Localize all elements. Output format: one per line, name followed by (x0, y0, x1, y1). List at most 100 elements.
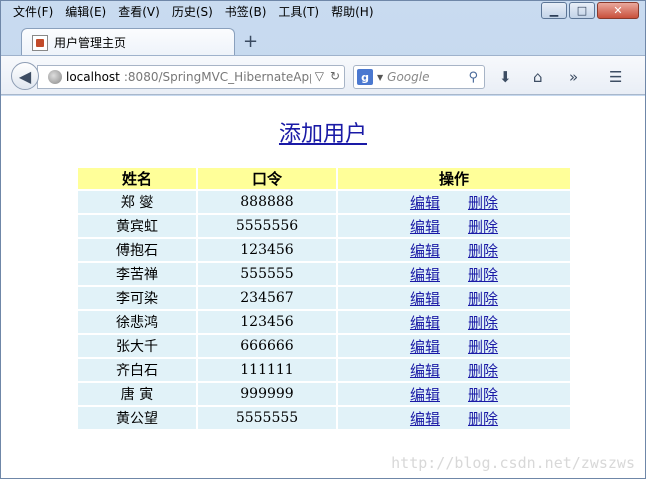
delete-link[interactable]: 删除 (468, 410, 498, 428)
menu-view[interactable]: 查看(V) (112, 3, 166, 21)
menu-tools[interactable]: 工具(T) (272, 3, 325, 21)
navigation-bar: localhost:8080/SpringMVC_HibernateApp ▽ … (1, 55, 645, 95)
table-row: 张大千 666666 编辑 删除 (78, 335, 570, 357)
user-name-cell: 齐白石 (78, 359, 196, 381)
user-table: 姓名 口令 操作 郑 燮 888888 编辑 删除 黄宾虹 5555556 编辑 删除 傅抱石 1… (76, 166, 572, 431)
window-controls: ▁ □ ✕ (541, 2, 639, 19)
back-button[interactable]: ◀ (11, 62, 39, 90)
user-name-cell: 李苦禅 (78, 263, 196, 285)
edit-link[interactable]: 编辑 (410, 242, 440, 260)
search-engine-icon[interactable]: g (357, 69, 373, 85)
browser-window: 文件(F) 编辑(E) 查看(V) 历史(S) 书签(B) 工具(T) 帮助(H… (0, 0, 646, 479)
new-tab-button[interactable]: + (243, 31, 258, 52)
user-actions-cell: 编辑 删除 (338, 215, 570, 237)
user-password-cell: 5555555 (198, 407, 336, 429)
delete-link[interactable]: 删除 (468, 194, 498, 212)
home-icon[interactable]: ⌂ (533, 68, 543, 86)
user-name-cell: 李可染 (78, 287, 196, 309)
menu-file[interactable]: 文件(F) (7, 3, 59, 21)
user-name-cell: 黄公望 (78, 407, 196, 429)
menu-bookmarks[interactable]: 书签(B) (219, 3, 273, 21)
user-actions-cell: 编辑 删除 (338, 239, 570, 261)
add-user-link[interactable]: 添加用户 (279, 122, 367, 147)
user-actions-cell: 编辑 删除 (338, 335, 570, 357)
menu-bar: 文件(F) 编辑(E) 查看(V) 历史(S) 书签(B) 工具(T) 帮助(H… (7, 3, 380, 21)
user-name-cell: 黄宾虹 (78, 215, 196, 237)
close-window-button[interactable]: ✕ (597, 2, 639, 19)
table-row: 齐白石 111111 编辑 删除 (78, 359, 570, 381)
minimize-button[interactable]: ▁ (541, 2, 567, 19)
maximize-button[interactable]: □ (569, 2, 595, 19)
user-password-cell: 666666 (198, 335, 336, 357)
user-actions-cell: 编辑 删除 (338, 191, 570, 213)
column-header-actions: 操作 (338, 168, 570, 189)
edit-link[interactable]: 编辑 (410, 386, 440, 404)
edit-link[interactable]: 编辑 (410, 194, 440, 212)
menu-history[interactable]: 历史(S) (166, 3, 219, 21)
user-name-cell: 唐 寅 (78, 383, 196, 405)
delete-link[interactable]: 删除 (468, 218, 498, 236)
table-row: 傅抱石 123456 编辑 删除 (78, 239, 570, 261)
user-password-cell: 999999 (198, 383, 336, 405)
menu-edit[interactable]: 编辑(E) (59, 3, 112, 21)
user-actions-cell: 编辑 删除 (338, 287, 570, 309)
edit-link[interactable]: 编辑 (410, 410, 440, 428)
table-row: 郑 燮 888888 编辑 删除 (78, 191, 570, 213)
table-header-row: 姓名 口令 操作 (78, 168, 570, 189)
page-favicon-icon (32, 34, 48, 51)
user-password-cell: 888888 (198, 191, 336, 213)
delete-link[interactable]: 删除 (468, 314, 498, 332)
back-arrow-icon: ◀ (18, 66, 32, 86)
edit-link[interactable]: 编辑 (410, 314, 440, 332)
page-title: 添加用户 (1, 116, 645, 148)
user-password-cell: 234567 (198, 287, 336, 309)
table-row: 李可染 234567 编辑 删除 (78, 287, 570, 309)
user-actions-cell: 编辑 删除 (338, 383, 570, 405)
edit-link[interactable]: 编辑 (410, 338, 440, 356)
edit-link[interactable]: 编辑 (410, 290, 440, 308)
user-actions-cell: 编辑 删除 (338, 359, 570, 381)
column-header-password: 口令 (198, 168, 336, 189)
tab-user-management[interactable]: 用户管理主页 (21, 28, 235, 56)
edit-link[interactable]: 编辑 (410, 362, 440, 380)
tab-strip: 用户管理主页 + (1, 25, 645, 56)
table-row: 黄公望 5555555 编辑 删除 (78, 407, 570, 429)
column-header-name: 姓名 (78, 168, 196, 189)
search-engine-dropdown-icon[interactable]: ▼ (377, 73, 383, 82)
delete-link[interactable]: 删除 (468, 242, 498, 260)
user-name-cell: 张大千 (78, 335, 196, 357)
delete-link[interactable]: 删除 (468, 290, 498, 308)
user-name-cell: 傅抱石 (78, 239, 196, 261)
url-host: localhost (66, 70, 120, 84)
tab-title: 用户管理主页 (54, 36, 127, 50)
address-bar[interactable]: localhost:8080/SpringMVC_HibernateApp ▽ … (37, 65, 345, 89)
table-row: 李苦禅 555555 编辑 删除 (78, 263, 570, 285)
user-actions-cell: 编辑 删除 (338, 407, 570, 429)
edit-link[interactable]: 编辑 (410, 266, 440, 284)
table-row: 黄宾虹 5555556 编辑 删除 (78, 215, 570, 237)
dropdown-arrow-icon[interactable]: ▽ (315, 69, 324, 83)
table-row: 徐悲鸿 123456 编辑 删除 (78, 311, 570, 333)
reload-icon[interactable]: ↻ (330, 69, 340, 83)
delete-link[interactable]: 删除 (468, 362, 498, 380)
url-actions: ▽ ↻ (310, 69, 340, 83)
delete-link[interactable]: 删除 (468, 386, 498, 404)
url-path: :8080/SpringMVC_HibernateApp (123, 70, 317, 84)
search-input[interactable]: Google (387, 70, 464, 84)
overflow-chevron-icon[interactable]: » (569, 68, 578, 86)
delete-link[interactable]: 删除 (468, 338, 498, 356)
user-actions-cell: 编辑 删除 (338, 311, 570, 333)
menu-help[interactable]: 帮助(H) (325, 3, 379, 21)
download-icon[interactable]: ⬇ (499, 68, 512, 86)
page-content: 添加用户 姓名 口令 操作 郑 燮 888888 编辑 删除 黄宾虹 5555556 编辑删… (1, 96, 645, 478)
user-password-cell: 5555556 (198, 215, 336, 237)
globe-icon (48, 70, 62, 84)
user-password-cell: 555555 (198, 263, 336, 285)
edit-link[interactable]: 编辑 (410, 218, 440, 236)
user-actions-cell: 编辑 删除 (338, 263, 570, 285)
menu-hamburger-icon[interactable]: ☰ (609, 68, 622, 86)
search-bar[interactable]: g ▼ Google ⚲ (353, 65, 485, 89)
user-name-cell: 郑 燮 (78, 191, 196, 213)
search-icon[interactable]: ⚲ (468, 70, 478, 85)
delete-link[interactable]: 删除 (468, 266, 498, 284)
